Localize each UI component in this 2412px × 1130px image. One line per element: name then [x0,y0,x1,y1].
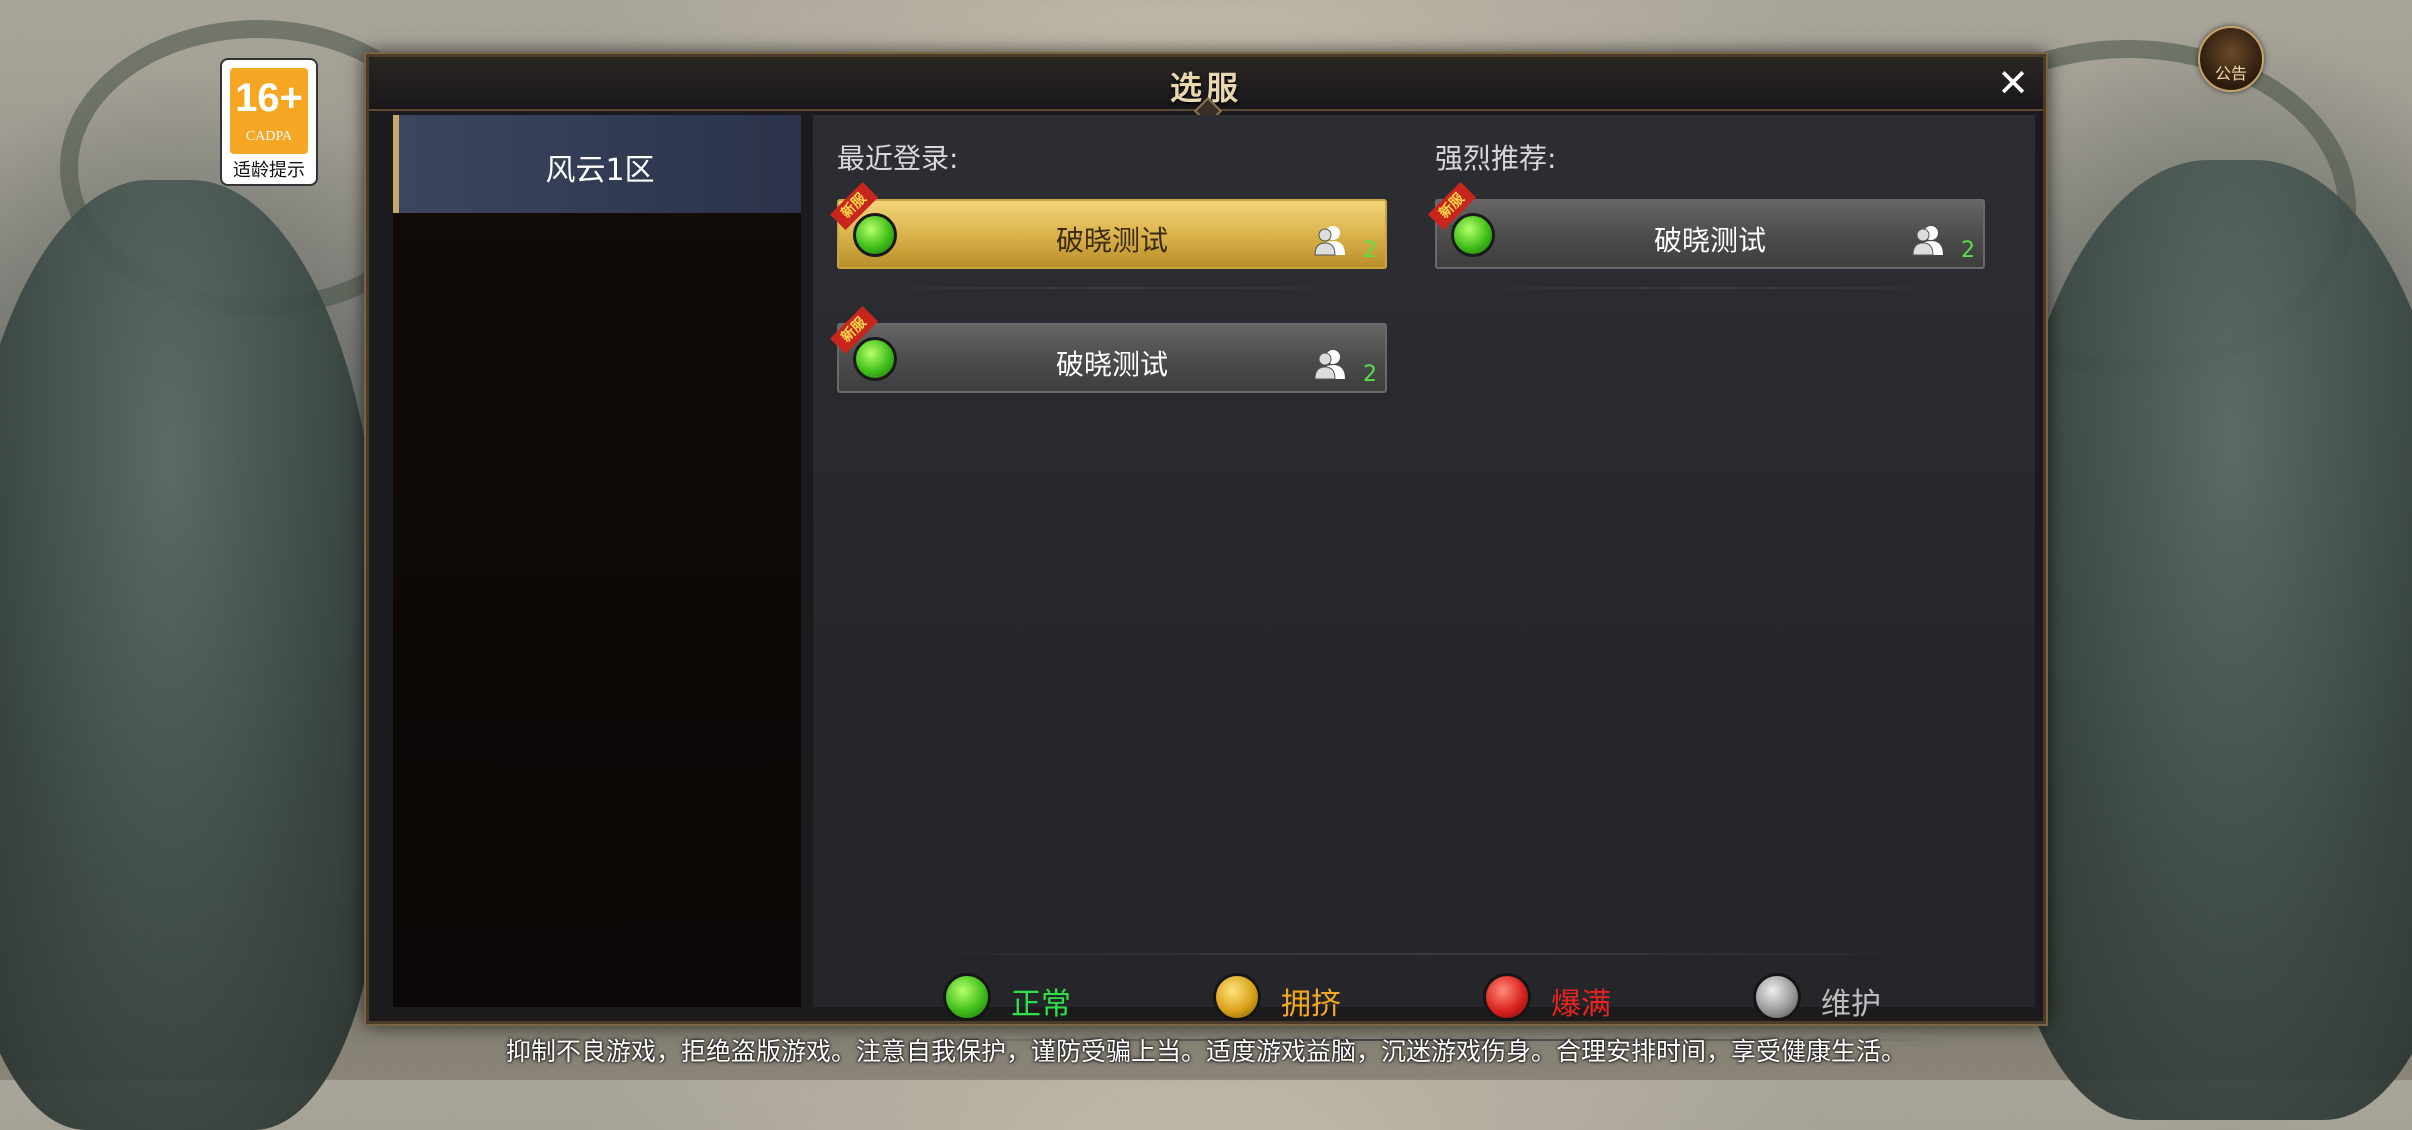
close-button[interactable]: ✕ [1991,61,2035,105]
status-maintenance-icon [1753,973,1801,1021]
server-select-dialog: 选服 ✕ 风云1区 最近登录: 强烈推荐: 新服 破晓测试 2 新服 破晓测试 [364,52,2048,1041]
recent-login-label: 最近登录: [837,142,959,175]
age-rating-tip: 适龄提示 [233,160,305,181]
status-crowded-icon [1213,973,1261,1021]
age-rating-badge: 16+ CADPA 适龄提示 [220,58,318,186]
age-rating-box: 16+ CADPA [230,68,308,154]
player-count: 2 [1363,362,1377,387]
players-icon [1912,226,1943,256]
row-divider [1435,287,1985,289]
status-full-icon [1483,973,1531,1021]
server-name: 破晓测试 [1653,224,1766,257]
guardian-statue-left [0,180,380,1130]
legend-top-divider [893,953,1953,955]
health-advisory: 抑制不良游戏，拒绝盗版游戏。注意自我保护，谨防受骗上当。适度游戏益脑，沉迷游戏伤… [505,1037,1906,1066]
server-entry-recent-2[interactable]: 新服 破晓测试 2 [829,305,1387,393]
dialog-title-bar: 选服 ✕ [369,57,2043,126]
legend-label: 拥挤 [1281,987,1341,1022]
zone-tab-label: 风云1区 [545,153,655,188]
server-list-panel: 最近登录: 强烈推荐: 新服 破晓测试 2 新服 破晓测试 2 新服 破晓测试 … [813,115,2035,1041]
server-entry-recommended-1[interactable]: 新服 破晓测试 2 [1427,181,1985,269]
legend-label: 维护 [1821,987,1881,1022]
guardian-statue-right [2002,160,2412,1120]
notice-label: 公告 [2214,64,2247,83]
age-rating-org: CADPA [245,129,293,144]
server-entry-recent-1[interactable]: 新服 破晓测试 2 [829,181,1387,269]
zone-sidebar: 风云1区 [393,115,801,1007]
legend-label: 正常 [1011,987,1071,1022]
player-count: 2 [1961,238,1975,263]
status-normal-icon [943,973,991,1021]
row-divider [837,287,1387,289]
legend-label: 爆满 [1551,987,1611,1022]
age-rating-number: 16+ [235,76,303,120]
notice-button[interactable]: 公告 [2198,26,2264,92]
recommended-label: 强烈推荐: [1435,142,1557,175]
player-count: 2 [1363,238,1377,263]
server-name: 破晓测试 [1055,224,1168,257]
players-icon [1314,226,1345,256]
server-name: 破晓测试 [1055,348,1168,381]
players-icon [1314,350,1345,380]
zone-tab-fengyun-1[interactable]: 风云1区 [393,115,801,213]
